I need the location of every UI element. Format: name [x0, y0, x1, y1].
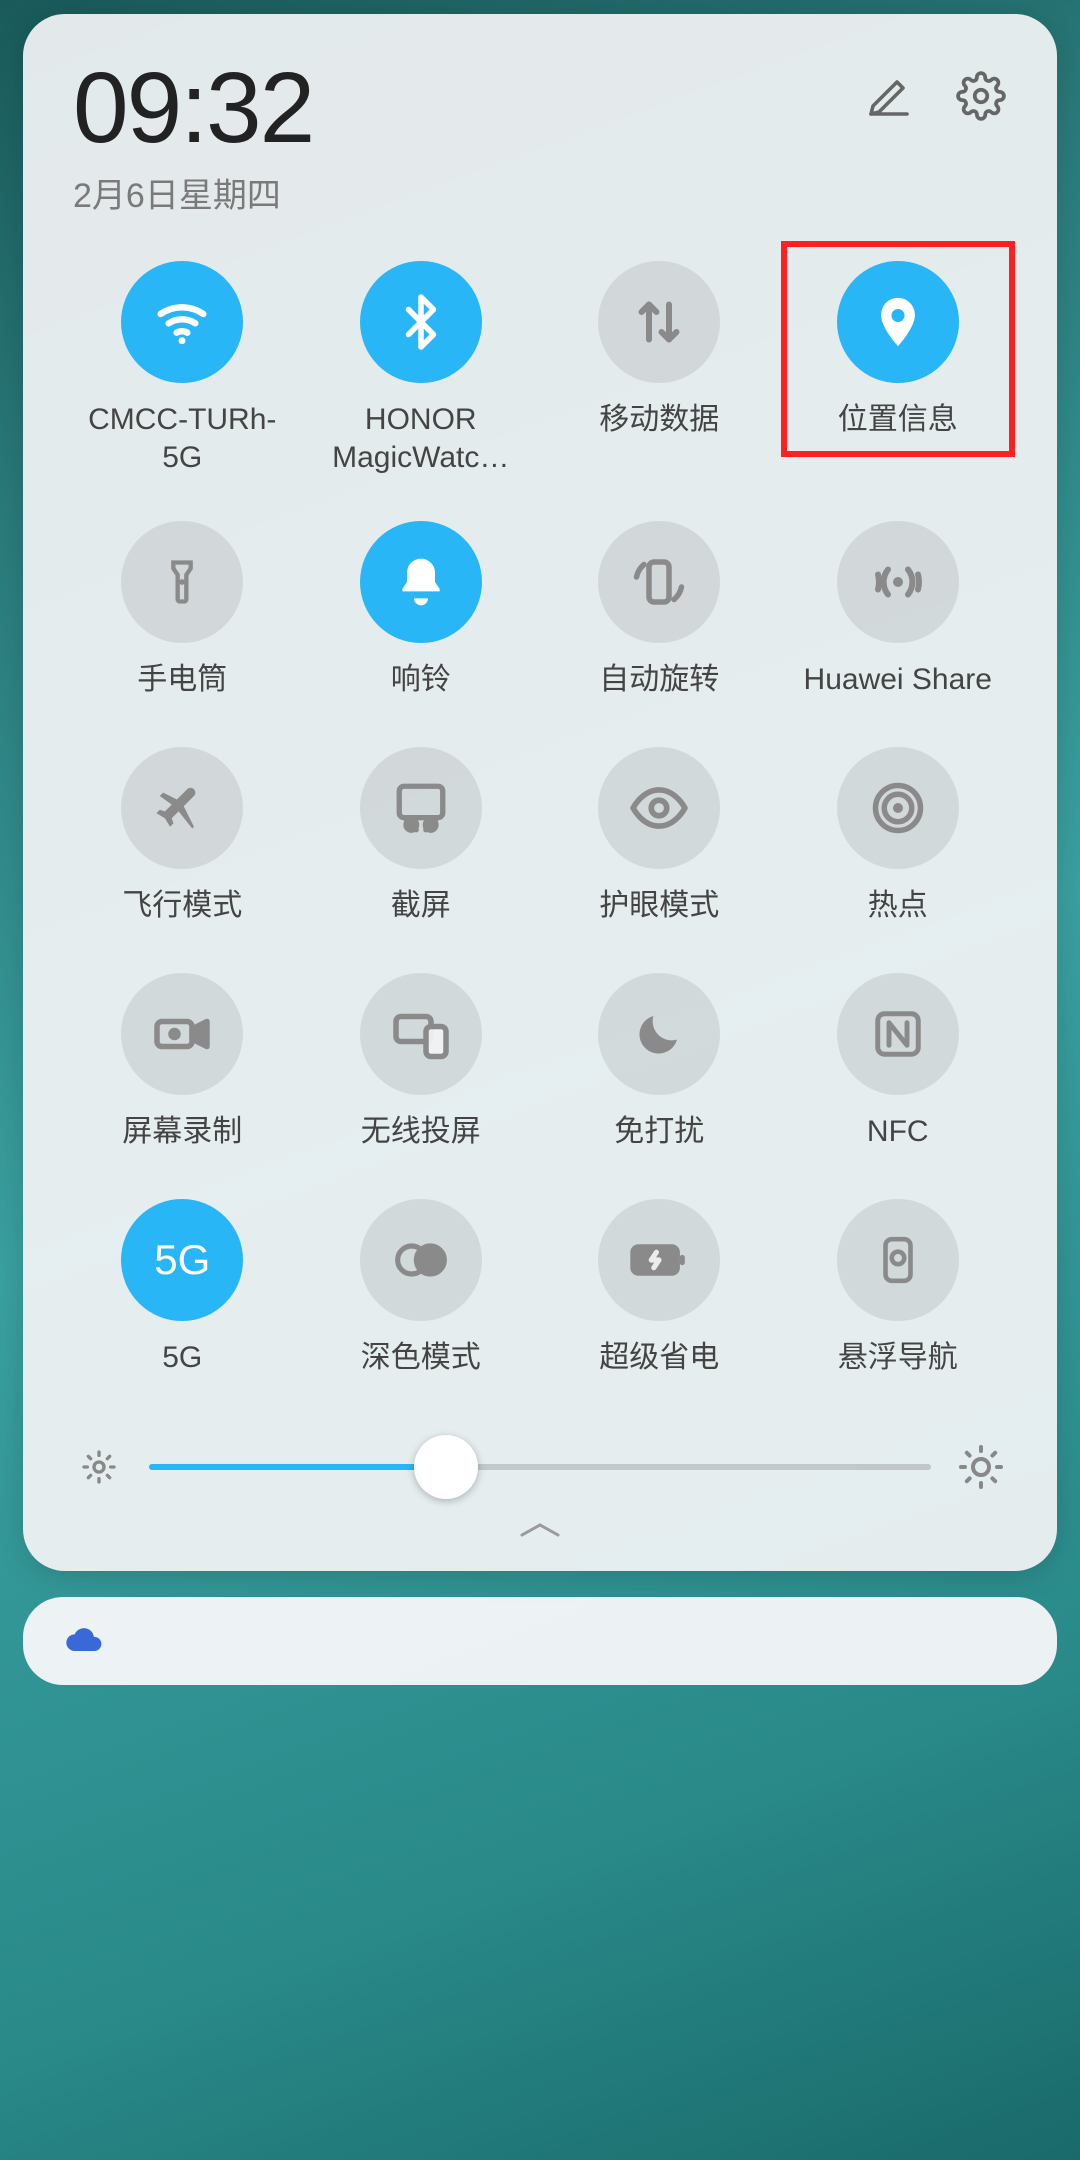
tile-label: 悬浮导航: [838, 1339, 958, 1377]
tile-cast[interactable]: 无线投屏: [302, 973, 541, 1171]
tile-auto-rotate[interactable]: 自动旋转: [540, 521, 779, 719]
quick-settings-panel: 09:32 2月6日星期四 CMCC-TURh-5G HONOR MagicWa…: [23, 14, 1057, 1571]
tile-label: 护眼模式: [599, 887, 719, 925]
bell-icon: [360, 521, 482, 643]
tile-label: 移动数据: [599, 401, 719, 439]
settings-button[interactable]: [955, 70, 1007, 122]
brightness-fill: [149, 1464, 446, 1470]
moon-icon: [598, 973, 720, 1095]
tile-label: 手电筒: [137, 661, 227, 699]
tile-power-saving[interactable]: 超级省电: [540, 1199, 779, 1397]
brightness-slider[interactable]: [63, 1443, 1017, 1491]
tile-screenshot[interactable]: 截屏: [302, 747, 541, 945]
pencil-icon: [865, 72, 913, 120]
tile-label: 免打扰: [614, 1113, 704, 1151]
tile-dark-mode[interactable]: 深色模式: [302, 1199, 541, 1397]
date-text: 2月6日星期四: [73, 168, 313, 217]
brightness-track[interactable]: [149, 1464, 931, 1470]
nfc-icon: [837, 973, 959, 1095]
tile-huawei-share[interactable]: Huawei Share: [779, 521, 1018, 719]
time-text: 09:32: [73, 58, 313, 158]
flashlight-icon: [121, 521, 243, 643]
chevron-up-icon: [510, 1517, 570, 1543]
tile-label: NFC: [867, 1113, 929, 1151]
tile-sound[interactable]: 响铃: [302, 521, 541, 719]
eye-icon: [598, 747, 720, 869]
float-nav-icon: [837, 1199, 959, 1321]
collapse-handle[interactable]: [510, 1517, 570, 1543]
battery-icon: [598, 1199, 720, 1321]
tile-flashlight[interactable]: 手电筒: [63, 521, 302, 719]
tile-label: 位置信息: [838, 401, 958, 439]
tile-label: HONOR MagicWatc…: [311, 401, 531, 476]
mobile-data-icon: [598, 261, 720, 383]
tile-eye-comfort[interactable]: 护眼模式: [540, 747, 779, 945]
clock-block: 09:32 2月6日星期四: [73, 58, 313, 217]
share-icon: [837, 521, 959, 643]
tile-location[interactable]: 位置信息: [779, 261, 1018, 493]
dark-mode-icon: [360, 1199, 482, 1321]
tiles-rows-2-5: 手电筒 响铃 自动旋转 Huawei Share 飞行模式: [63, 521, 1017, 1397]
brightness-low-icon: [75, 1443, 123, 1491]
notification-bar[interactable]: [23, 1597, 1057, 1685]
five-g-text: 5G: [154, 1236, 210, 1284]
header-actions: [863, 70, 1007, 122]
tile-bluetooth[interactable]: HONOR MagicWatc…: [302, 261, 541, 493]
record-icon: [121, 973, 243, 1095]
tile-nfc[interactable]: NFC: [779, 973, 1018, 1171]
airplane-icon: [121, 747, 243, 869]
tile-mobile-data[interactable]: 移动数据: [540, 261, 779, 493]
cloud-icon: [63, 1621, 103, 1661]
tile-dnd[interactable]: 免打扰: [540, 973, 779, 1171]
tiles-row-1: CMCC-TURh-5G HONOR MagicWatc… 移动数据 位置信息: [63, 261, 1017, 493]
tile-airplane[interactable]: 飞行模式: [63, 747, 302, 945]
tile-label: 飞行模式: [122, 887, 242, 925]
tile-label: CMCC-TURh-5G: [72, 401, 292, 476]
five-g-icon: 5G: [121, 1199, 243, 1321]
tile-label: 响铃: [391, 661, 451, 699]
tile-label: 5G: [162, 1339, 202, 1377]
location-icon: [837, 261, 959, 383]
wifi-icon: [121, 261, 243, 383]
tile-label: 无线投屏: [361, 1113, 481, 1151]
tile-label: Huawei Share: [804, 661, 992, 699]
hotspot-icon: [837, 747, 959, 869]
tile-label: 自动旋转: [599, 661, 719, 699]
rotate-icon: [598, 521, 720, 643]
edit-button[interactable]: [863, 70, 915, 122]
tile-label: 屏幕录制: [122, 1113, 242, 1151]
tile-label: 超级省电: [599, 1339, 719, 1377]
tile-wifi[interactable]: CMCC-TURh-5G: [63, 261, 302, 493]
brightness-high-icon: [957, 1443, 1005, 1491]
tile-label: 热点: [868, 887, 928, 925]
tile-label: 截屏: [391, 887, 451, 925]
brightness-thumb[interactable]: [414, 1435, 478, 1499]
tile-label: 深色模式: [361, 1339, 481, 1377]
tile-5g[interactable]: 5G 5G: [63, 1199, 302, 1397]
tile-hotspot[interactable]: 热点: [779, 747, 1018, 945]
tile-float-nav[interactable]: 悬浮导航: [779, 1199, 1018, 1397]
bluetooth-icon: [360, 261, 482, 383]
cast-icon: [360, 973, 482, 1095]
gear-icon: [956, 71, 1006, 121]
screenshot-icon: [360, 747, 482, 869]
panel-header: 09:32 2月6日星期四: [63, 58, 1017, 217]
tile-screen-record[interactable]: 屏幕录制: [63, 973, 302, 1171]
